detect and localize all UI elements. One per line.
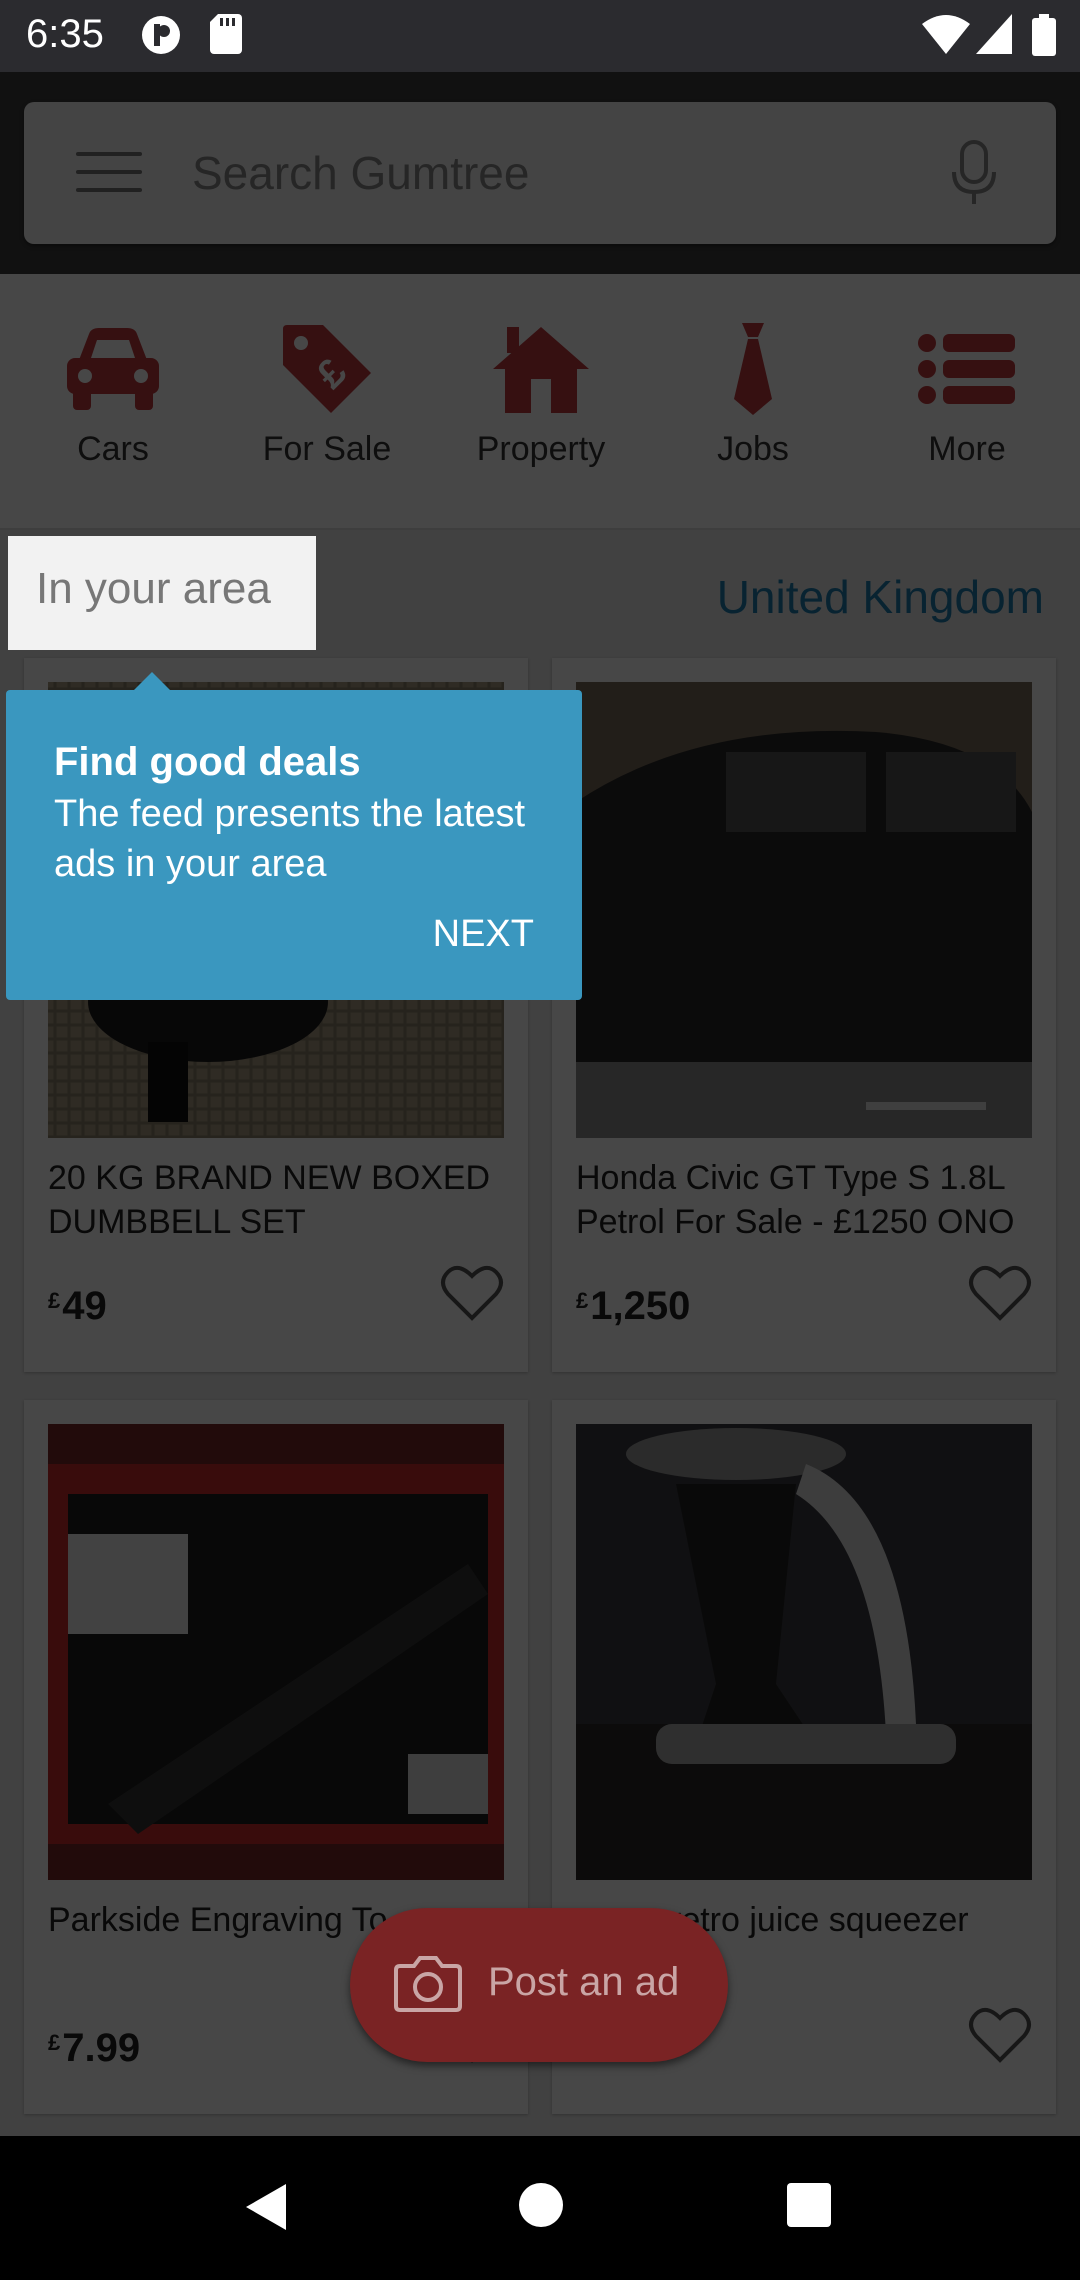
category-jobs[interactable]: Jobs xyxy=(646,314,860,469)
search-input[interactable]: Search Gumtree xyxy=(192,146,529,200)
signal-icon xyxy=(976,14,1012,59)
category-label: For Sale xyxy=(262,430,392,468)
favourite-heart-icon[interactable] xyxy=(968,1264,1032,1327)
app-notification-icon xyxy=(140,14,182,61)
favourite-heart-icon[interactable] xyxy=(440,1264,504,1327)
listing-title: Honda Civic GT Type S 1.8L Petrol For Sa… xyxy=(576,1159,1015,1241)
car-icon xyxy=(6,314,220,424)
post-ad-button[interactable]: Post an ad xyxy=(350,1908,728,2062)
listing-title: retro juice squeezer xyxy=(670,1901,969,1939)
category-label: Cars xyxy=(77,430,149,468)
listing-price: £49 xyxy=(48,1284,107,1328)
listing-image xyxy=(576,1424,1032,1880)
tooltip-arrow xyxy=(134,672,170,690)
hamburger-menu-icon[interactable] xyxy=(76,152,142,192)
recents-icon[interactable] xyxy=(786,2182,832,2233)
home-icon[interactable] xyxy=(518,2182,564,2233)
camera-icon xyxy=(394,1954,462,2017)
listing-image xyxy=(48,1424,504,1880)
tie-icon xyxy=(646,314,860,424)
tooltip-next-button[interactable]: NEXT xyxy=(433,913,534,956)
category-for-sale[interactable]: £ For Sale xyxy=(220,314,434,469)
status-bar: 6:35 xyxy=(0,0,1080,72)
search-bar[interactable]: Search Gumtree xyxy=(24,102,1056,244)
wifi-icon xyxy=(922,14,970,59)
sd-card-icon xyxy=(210,14,242,59)
category-property[interactable]: Property xyxy=(434,314,648,469)
microphone-icon[interactable] xyxy=(952,140,996,211)
list-icon xyxy=(860,314,1074,424)
system-nav-bar xyxy=(0,2136,1080,2280)
battery-icon xyxy=(1032,14,1056,61)
category-label: More xyxy=(928,430,1006,468)
price-tag-icon: £ xyxy=(220,314,434,424)
post-ad-label: Post an ad xyxy=(488,1960,680,2004)
favourite-heart-icon[interactable] xyxy=(968,2006,1032,2069)
category-label: Property xyxy=(476,430,606,468)
listing-title: 20 KG BRAND NEW BOXED DUMBBELL SET xyxy=(48,1159,491,1241)
category-more[interactable]: More xyxy=(860,314,1074,469)
app-bar: Search Gumtree xyxy=(0,72,1080,274)
listing-price: £7.99 xyxy=(48,2026,141,2070)
back-icon[interactable] xyxy=(244,2182,288,2237)
category-label: Jobs xyxy=(717,430,789,468)
listing-image xyxy=(576,682,1032,1138)
tutorial-highlight-area-label: In your area xyxy=(8,536,316,650)
status-time: 6:35 xyxy=(26,12,104,56)
tooltip-body: The feed presents the latest ads in your… xyxy=(54,793,526,885)
listing-card[interactable]: Honda Civic GT Type S 1.8L Petrol For Sa… xyxy=(552,658,1056,1372)
tooltip-title: Find good deals xyxy=(54,740,361,784)
house-icon xyxy=(434,314,648,424)
listing-price: £1,250 xyxy=(576,1284,691,1328)
tutorial-tooltip: Find good deals The feed presents the la… xyxy=(6,672,582,1000)
region-link[interactable]: United Kingdom xyxy=(717,570,1044,624)
category-bar: Cars £ For Sale Property Jobs More xyxy=(0,274,1080,530)
category-cars[interactable]: Cars xyxy=(6,314,220,469)
